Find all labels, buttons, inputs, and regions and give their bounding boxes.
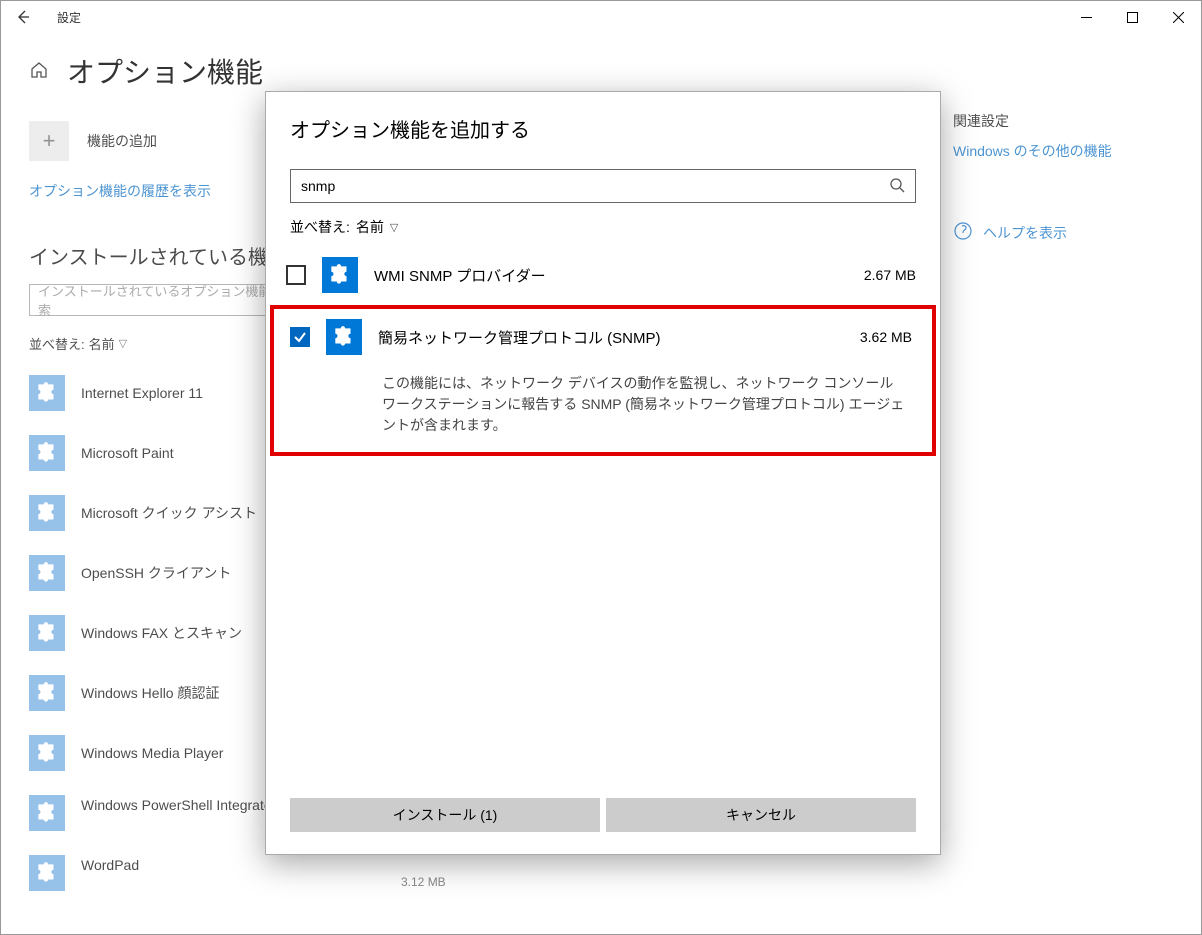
search-icon	[889, 177, 905, 196]
modal-sort-prefix: 並べ替え:	[290, 217, 350, 237]
installed-item-size: 3.12 MB	[401, 875, 459, 889]
modal-feature-list: WMI SNMP プロバイダー 2.67 MB 簡易ネットワーク管理プロトコル (S…	[266, 247, 940, 784]
puzzle-icon	[29, 435, 65, 471]
close-button[interactable]	[1155, 1, 1201, 33]
help-link[interactable]: ヘルプを表示	[983, 223, 1067, 243]
puzzle-icon	[29, 615, 65, 651]
help-icon	[953, 221, 973, 244]
minimize-button[interactable]	[1063, 1, 1109, 33]
install-button[interactable]: インストール (1)	[290, 798, 600, 832]
modal-sort[interactable]: 並べ替え: 名前 ▽	[266, 203, 940, 247]
feature-name: 簡易ネットワーク管理プロトコル (SNMP)	[378, 327, 661, 348]
back-arrow-icon	[15, 9, 31, 25]
puzzle-icon	[29, 735, 65, 771]
cancel-button[interactable]: キャンセル	[606, 798, 916, 832]
installed-item-name: Microsoft クイック アシスト	[81, 503, 257, 523]
titlebar: 設定	[1, 1, 1201, 33]
feature-checkbox[interactable]	[290, 327, 310, 347]
feature-checkbox[interactable]	[286, 265, 306, 285]
puzzle-icon	[29, 495, 65, 531]
installed-item-name: WordPad	[81, 857, 139, 873]
puzzle-icon	[29, 555, 65, 591]
installed-item-name: Windows Media Player	[81, 745, 223, 761]
puzzle-icon	[322, 257, 358, 293]
installed-item-name: Windows Hello 顔認証	[81, 683, 219, 703]
add-feature-label: 機能の追加	[87, 131, 157, 151]
installed-item-name: Windows FAX とスキャン	[81, 623, 242, 643]
feature-size: 2.67 MB	[864, 267, 916, 283]
puzzle-icon	[29, 855, 65, 891]
feature-description: この機能には、ネットワーク デバイスの動作を監視し、ネットワーク コンソール ワ…	[382, 373, 908, 436]
add-feature-modal: オプション機能を追加する 並べ替え: 名前 ▽ WMI SNMP プロバイダー 2…	[265, 91, 941, 855]
back-button[interactable]	[9, 3, 37, 31]
page-title: オプション機能	[67, 51, 263, 91]
sort-value: 名前	[89, 334, 115, 353]
maximize-button[interactable]	[1109, 1, 1155, 33]
plus-icon: +	[29, 121, 69, 161]
installed-item-name: Internet Explorer 11	[81, 385, 203, 401]
feature-name: WMI SNMP プロバイダー	[374, 265, 546, 286]
related-heading: 関連設定	[953, 111, 1173, 131]
modal-sort-value: 名前	[356, 217, 384, 237]
installed-item-name: OpenSSH クライアント	[81, 563, 231, 583]
chevron-down-icon: ▽	[119, 337, 127, 350]
modal-title: オプション機能を追加する	[290, 114, 916, 143]
more-features-link[interactable]: Windows のその他の機能	[953, 141, 1173, 161]
modal-search[interactable]	[290, 169, 916, 203]
puzzle-icon	[326, 319, 362, 355]
installed-item-name: Microsoft Paint	[81, 445, 174, 461]
puzzle-icon	[29, 795, 65, 831]
modal-search-input[interactable]	[301, 178, 889, 194]
feature-size: 3.62 MB	[860, 329, 912, 345]
window-title: 設定	[57, 9, 81, 26]
home-icon[interactable]	[29, 60, 49, 83]
feature-item[interactable]: WMI SNMP プロバイダー 2.67 MB	[266, 247, 940, 303]
feature-item[interactable]: 簡易ネットワーク管理プロトコル (SNMP) 3.62 MB この機能には、ネットワ…	[270, 305, 936, 456]
chevron-down-icon: ▽	[390, 221, 398, 234]
puzzle-icon	[29, 675, 65, 711]
puzzle-icon	[29, 375, 65, 411]
sort-prefix: 並べ替え:	[29, 334, 85, 353]
